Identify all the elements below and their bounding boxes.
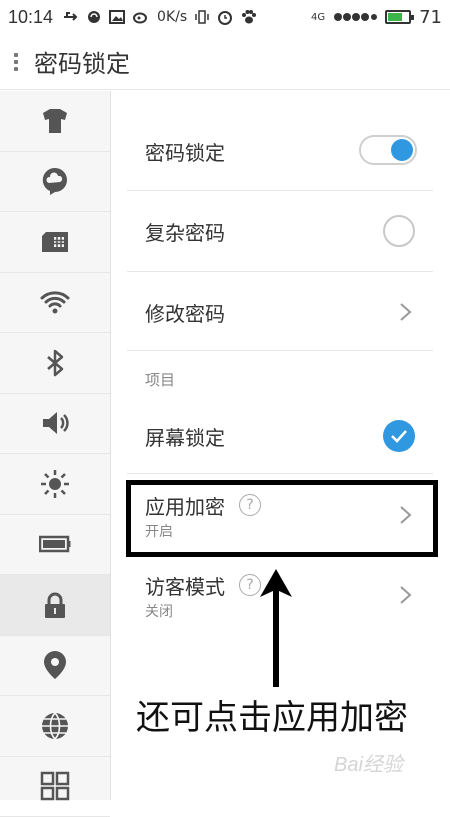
- sidebar-item-display[interactable]: [0, 454, 110, 515]
- guest-mode-status: 关闭: [145, 601, 173, 621]
- complex-password-radio[interactable]: [383, 215, 415, 247]
- sidebar-item-security[interactable]: [0, 575, 110, 636]
- alarm-icon: [217, 9, 233, 25]
- sidebar-item-sim[interactable]: [0, 212, 110, 273]
- screen-lock-row[interactable]: 屏幕锁定: [127, 396, 433, 474]
- page-title: 密码锁定: [34, 44, 130, 79]
- cloud-chat-icon: [39, 165, 71, 197]
- apps-grid-icon: [39, 770, 71, 802]
- signal-type: 4G: [311, 12, 325, 23]
- paw-icon: [241, 9, 257, 25]
- highlight-box: [126, 480, 438, 557]
- sidebar-item-wifi[interactable]: [0, 273, 110, 334]
- sidebar-item-cloud[interactable]: [0, 152, 110, 213]
- battery-icon: [39, 528, 71, 560]
- change-password-label: 修改密码: [145, 298, 225, 327]
- sidebar-item-theme[interactable]: [0, 91, 110, 152]
- lock-icon: [39, 589, 71, 621]
- app-header: 密码锁定: [0, 34, 450, 90]
- bluetooth-icon: [39, 347, 71, 379]
- sidebar-item-location[interactable]: [0, 636, 110, 697]
- chevron-right-icon: [399, 302, 413, 322]
- battery-level: 71: [419, 7, 442, 28]
- image-icon: [109, 10, 125, 24]
- screen-lock-label: 屏幕锁定: [145, 422, 225, 451]
- change-password-row[interactable]: 修改密码: [127, 272, 433, 351]
- sidebar-item-language[interactable]: [0, 696, 110, 757]
- globe-icon: [39, 710, 71, 742]
- complex-password-row[interactable]: 复杂密码: [127, 191, 433, 272]
- menu-handle-icon[interactable]: [14, 53, 18, 71]
- volume-icon: [39, 407, 71, 439]
- status-notification-icons: 0K/s: [63, 9, 257, 25]
- location-icon: [39, 649, 71, 681]
- sidebar-item-bluetooth[interactable]: [0, 333, 110, 394]
- watermark: Bai经验: [334, 748, 403, 777]
- guest-mode-label: 访客模式: [145, 571, 225, 600]
- status-right: 4G 71: [311, 7, 442, 28]
- chevron-right-icon: [399, 585, 413, 605]
- sidebar-item-battery[interactable]: [0, 515, 110, 576]
- sync-icon: [87, 10, 101, 24]
- battery-icon: [385, 10, 411, 24]
- sim-card-icon: [39, 226, 71, 258]
- wifi-icon: [39, 286, 71, 318]
- weibo-icon: [133, 10, 149, 24]
- complex-password-label: 复杂密码: [145, 217, 225, 246]
- status-bar: 10:14 0K/s 4G 71: [0, 0, 450, 34]
- sidebar-item-sound[interactable]: [0, 394, 110, 455]
- screen-lock-check[interactable]: [383, 420, 415, 452]
- brightness-icon: [39, 468, 71, 500]
- password-lock-toggle[interactable]: [359, 135, 417, 165]
- checkmark-icon: [390, 429, 408, 443]
- tshirt-icon: [39, 105, 71, 137]
- password-lock-label: 密码锁定: [145, 137, 225, 166]
- usb-icon: [63, 11, 79, 23]
- sidebar-item-apps[interactable]: [0, 757, 110, 817]
- vibrate-icon: [195, 10, 209, 24]
- password-lock-row[interactable]: 密码锁定: [127, 119, 433, 191]
- status-time: 10:14: [8, 7, 53, 28]
- section-header-items: 项目: [145, 369, 175, 390]
- network-speed: 0K/s: [157, 9, 187, 25]
- settings-sidebar: [0, 91, 111, 800]
- arrow-up-icon: [256, 565, 296, 690]
- signal-dots-icon: [333, 12, 377, 22]
- annotation-caption: 还可点击应用加密: [136, 690, 408, 739]
